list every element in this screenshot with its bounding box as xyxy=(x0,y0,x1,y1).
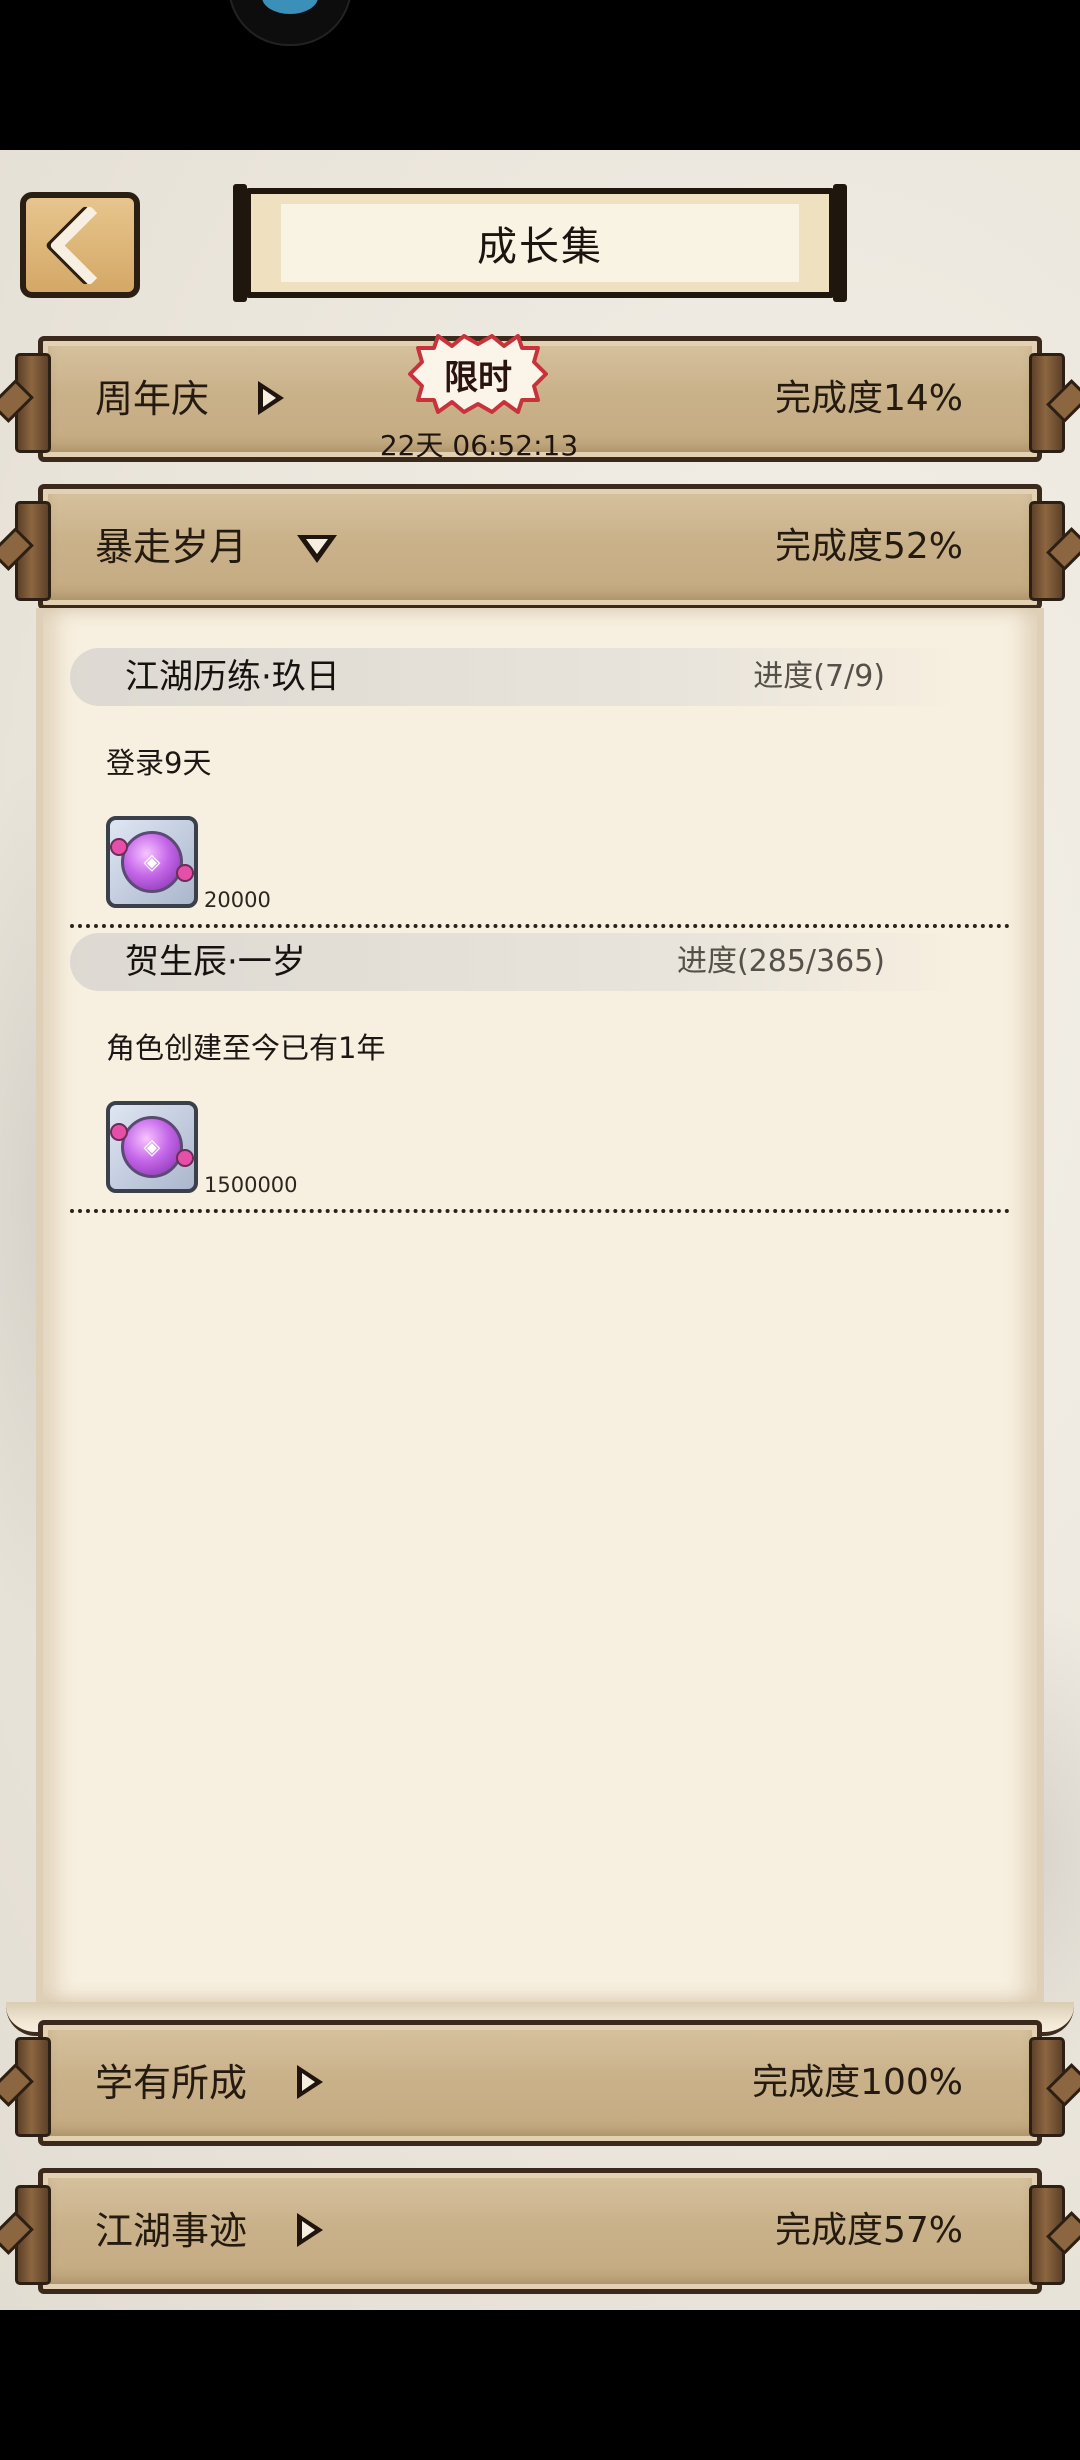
status-bar xyxy=(0,0,1080,150)
expand-arrow-right-icon[interactable] xyxy=(297,2065,323,2099)
page-title: 成长集 xyxy=(281,204,799,282)
countdown-timer: 22天 06:52:13 xyxy=(379,429,579,462)
section-completion: 完成度52% xyxy=(774,526,963,567)
task-description: 角色创建至今已有1年 xyxy=(106,1031,386,1065)
section-learning[interactable]: 学有所成 完成度100% xyxy=(0,2020,1080,2146)
dotted-divider xyxy=(70,1209,1010,1213)
expand-arrow-right-icon[interactable] xyxy=(297,2213,323,2247)
reward-item[interactable]: ◈ xyxy=(106,1101,198,1193)
badge-label: 限时 xyxy=(444,357,512,398)
section-completion: 完成度14% xyxy=(774,378,963,419)
section-rampage-years[interactable]: 暴走岁月 完成度52% xyxy=(0,484,1080,610)
task-progress: 进度(285/365) xyxy=(676,944,885,979)
chevron-left-icon xyxy=(48,204,130,286)
collapse-arrow-down-icon[interactable] xyxy=(297,535,337,563)
navigation-bar xyxy=(0,2310,1080,2460)
title-scroll: 成长集 xyxy=(233,184,847,302)
section-jianghu-deeds[interactable]: 江湖事迹 完成度57% xyxy=(0,2168,1080,2294)
reward-amount: 20000 xyxy=(204,888,271,912)
section-label: 暴走岁月 xyxy=(95,525,248,569)
growth-collection-screen: 成长集 周年庆 完成度14% 限时 22天 06:52:13 暴走岁月 完成度5… xyxy=(0,150,1080,2310)
reward-glyph-icon: ◈ xyxy=(143,849,161,875)
section-label: 周年庆 xyxy=(95,377,210,421)
reward-amount: 1500000 xyxy=(204,1173,298,1197)
floating-app-bubble[interactable] xyxy=(228,0,352,46)
back-button[interactable] xyxy=(20,192,140,298)
limited-time-badge: 限时 xyxy=(408,334,548,414)
reward-item[interactable]: ◈ xyxy=(106,816,198,908)
task-name: 江湖历练·玖日 xyxy=(125,657,340,697)
task-progress: 进度(7/9) xyxy=(753,659,885,694)
section-completion: 完成度57% xyxy=(774,2210,963,2251)
task-description: 登录9天 xyxy=(106,746,212,780)
task-item: 江湖历练·玖日 进度(7/9) 登录9天 ◈ 20000 xyxy=(70,648,1010,933)
expand-arrow-right-icon[interactable] xyxy=(258,381,284,415)
fish-mascot-icon xyxy=(262,0,318,14)
reward-glyph-icon: ◈ xyxy=(143,1134,161,1160)
task-item: 贺生辰·一岁 进度(285/365) 角色创建至今已有1年 ◈ 1500000 xyxy=(70,933,1010,1218)
task-name: 贺生辰·一岁 xyxy=(125,942,306,982)
section-label: 江湖事迹 xyxy=(95,2209,248,2253)
dotted-divider xyxy=(70,924,1010,928)
section-completion: 完成度100% xyxy=(752,2062,963,2103)
section-label: 学有所成 xyxy=(95,2061,248,2105)
